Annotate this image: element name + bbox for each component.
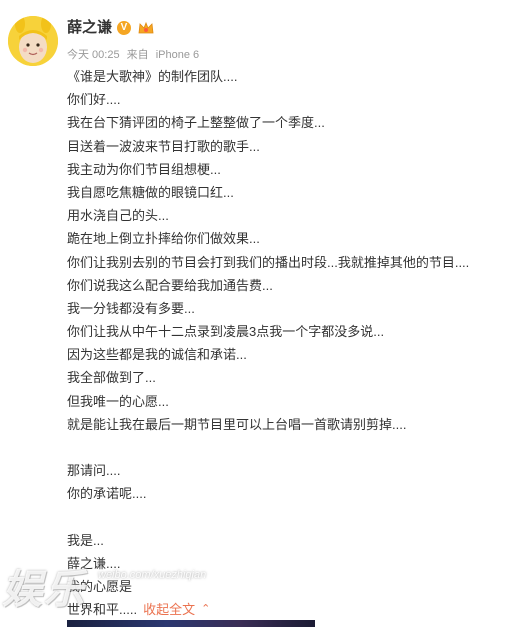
post-line: 我在台下猜评团的椅子上整整做了一个季度... bbox=[67, 115, 325, 131]
post-line: 那请问.... bbox=[67, 463, 121, 479]
post-line: 《谁是大歌神》的制作团队.... bbox=[67, 69, 238, 84]
author-name[interactable]: 薛之谦 bbox=[67, 17, 112, 39]
post-line: 跪在地上倒立扑摔给你们做效果... bbox=[67, 231, 260, 247]
post-line: 你们好.... bbox=[67, 92, 121, 108]
post-line: 你们让我别去别的节目会打到我们的播出时段...我就推掉其他的节目.... bbox=[67, 254, 470, 270]
post-last-line: 世界和平..... 收起全文 ⌃ bbox=[67, 598, 502, 621]
post-meta: 今天 00:25 来自 iPhone 6 bbox=[67, 47, 203, 63]
collapse-label: 收起全文 bbox=[143, 602, 196, 618]
post-line-blank bbox=[67, 506, 502, 529]
post-line: 我自愿吃焦糖做的眼镜口红... bbox=[67, 184, 234, 200]
post-line: 就是能让我在最后一期节目里可以上台唱一首歌请别剪掉.... bbox=[67, 416, 407, 432]
post-line: 我一分钱都没有多要... bbox=[67, 300, 195, 316]
vip-member-icon[interactable] bbox=[136, 21, 156, 35]
post-line: 我是... bbox=[67, 532, 104, 548]
post-line: 薛之谦.... bbox=[67, 555, 121, 571]
post-source[interactable]: iPhone 6 bbox=[156, 49, 199, 61]
post-content: 《谁是大歌神》的制作团队.... 你们好.... 我在台下猜评团的椅子上整整做了… bbox=[67, 65, 502, 622]
post-line: 你的承诺呢.... bbox=[67, 486, 147, 502]
post-line-blank bbox=[67, 436, 502, 459]
avatar[interactable] bbox=[8, 16, 58, 66]
post-line: 因为这些都是我的诚信和承诺... bbox=[67, 347, 247, 363]
author-row: 薛之谦 V bbox=[67, 17, 156, 39]
post-line: 但我唯一的心愿... bbox=[67, 393, 169, 409]
post-line: 用水浇自己的头... bbox=[67, 208, 169, 224]
post-source-prefix: 来自 bbox=[126, 49, 149, 61]
post-line: 我全部做到了... bbox=[67, 370, 156, 386]
verified-badge-icon[interactable]: V bbox=[117, 21, 132, 35]
post-line: 我的心愿是 bbox=[67, 579, 133, 595]
collapse-full-text-link[interactable]: 收起全文 ⌃ bbox=[143, 598, 210, 621]
post-time[interactable]: 今天 00:25 bbox=[67, 49, 120, 61]
chevron-up-icon: ⌃ bbox=[201, 603, 211, 616]
post-line: 目送着一波波来节目打歌的歌手... bbox=[67, 138, 260, 154]
weibo-post: 薛之谦 V 今天 00:25 来自 iPhone 6 《谁是大歌神》的制作团队.… bbox=[0, 0, 506, 627]
avatar-image bbox=[8, 16, 58, 66]
post-media-preview[interactable] bbox=[67, 620, 315, 627]
post-line: 你们让我从中午十二点录到凌晨3点我一个字都没多说... bbox=[67, 324, 385, 340]
post-line: 世界和平..... bbox=[67, 602, 138, 618]
post-line: 我主动为你们节目组想梗... bbox=[67, 161, 221, 177]
post-line: 你们说我这么配合要给我加通告费... bbox=[67, 277, 273, 293]
